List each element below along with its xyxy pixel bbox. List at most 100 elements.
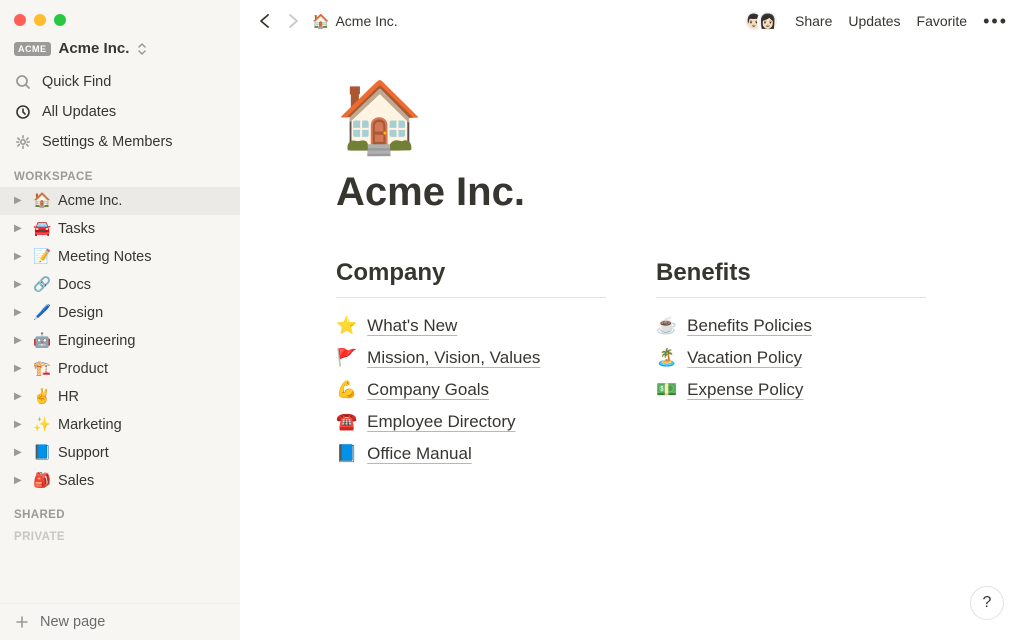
link-emoji-icon: 📘 (336, 444, 357, 464)
page-title[interactable]: Acme Inc. (336, 170, 934, 215)
disclosure-triangle-icon[interactable]: ▶ (14, 470, 26, 492)
quick-find-button[interactable]: Quick Find (0, 67, 240, 97)
page-link[interactable]: What's New (367, 316, 457, 336)
maximize-window-icon[interactable] (54, 14, 66, 26)
workspace-switcher[interactable]: ACME Acme Inc. (0, 32, 240, 67)
page-link[interactable]: Expense Policy (687, 380, 803, 400)
link-emoji-icon: ☕ (656, 316, 677, 336)
favorite-button[interactable]: Favorite (917, 13, 968, 29)
column-heading[interactable]: Benefits (656, 259, 926, 298)
page-link[interactable]: Vacation Policy (687, 348, 802, 368)
link-emoji-icon: 🚩 (336, 348, 357, 368)
workspace-section-label: WORKSPACE (0, 157, 240, 187)
content-column: Company ⭐ What's New 🚩 Mission, Vision, Valu… (336, 259, 606, 476)
clock-icon (14, 104, 32, 120)
breadcrumb-label: Acme Inc. (335, 13, 397, 29)
sidebar-page-item[interactable]: ▶ 📝 Meeting Notes (0, 243, 240, 271)
page-label: Design (58, 302, 103, 324)
page-link[interactable]: Company Goals (367, 380, 489, 400)
disclosure-triangle-icon[interactable]: ▶ (14, 414, 26, 436)
page-link[interactable]: Employee Directory (367, 412, 515, 432)
sidebar-page-item[interactable]: ▶ 🏗️ Product (0, 355, 240, 383)
back-button[interactable] (256, 12, 274, 30)
page-emoji-icon: 🎒 (32, 470, 52, 492)
sidebar-page-item[interactable]: ▶ 🚘 Tasks (0, 215, 240, 243)
sidebar: ACME Acme Inc. Quick Find All Updates Se… (0, 0, 240, 640)
plus-icon (14, 614, 30, 630)
page-emoji[interactable]: 🏠 (336, 82, 934, 152)
settings-label: Settings & Members (42, 131, 173, 153)
close-window-icon[interactable] (14, 14, 26, 26)
avatar: 👩🏻 (757, 10, 779, 32)
disclosure-triangle-icon[interactable]: ▶ (14, 190, 26, 212)
disclosure-triangle-icon[interactable]: ▶ (14, 358, 26, 380)
window-controls (0, 0, 240, 32)
page-label: Marketing (58, 414, 122, 436)
page-emoji-icon: ✌️ (32, 386, 52, 408)
sidebar-page-item[interactable]: ▶ ✨ Marketing (0, 411, 240, 439)
column-heading[interactable]: Company (336, 259, 606, 298)
disclosure-triangle-icon[interactable]: ▶ (14, 246, 26, 268)
sidebar-page-item[interactable]: ▶ 🤖 Engineering (0, 327, 240, 355)
page-emoji-icon: 🔗 (32, 274, 52, 296)
page-label: Sales (58, 470, 94, 492)
columns: Company ⭐ What's New 🚩 Mission, Vision, Valu… (336, 259, 934, 476)
minimize-window-icon[interactable] (34, 14, 46, 26)
sidebar-page-item[interactable]: ▶ 🖊️ Design (0, 299, 240, 327)
page-emoji-icon: 📝 (32, 246, 52, 268)
more-menu-button[interactable]: ••• (983, 11, 1008, 32)
breadcrumb[interactable]: 🏠 Acme Inc. (312, 13, 398, 30)
new-page-button[interactable]: New page (0, 603, 240, 640)
page-emoji-icon: 🤖 (32, 330, 52, 352)
content-column: Benefits ☕ Benefits Policies 🏝️ Vacation Pol… (656, 259, 926, 476)
link-emoji-icon: ⭐ (336, 316, 357, 336)
gear-icon (14, 134, 32, 150)
disclosure-triangle-icon[interactable]: ▶ (14, 442, 26, 464)
private-section-label: PRIVATE (0, 525, 240, 547)
link-emoji-icon: 💪 (336, 380, 357, 400)
all-updates-button[interactable]: All Updates (0, 97, 240, 127)
page-emoji-icon: 🏗️ (32, 358, 52, 380)
page-link[interactable]: Benefits Policies (687, 316, 812, 336)
workspace-name: Acme Inc. (59, 40, 130, 57)
sidebar-page-item[interactable]: ▶📘Support (0, 439, 240, 467)
sidebar-page-item[interactable]: ▶ 🔗 Docs (0, 271, 240, 299)
workspace-tree: ▶🏠Acme Inc.▶🚘Tasks▶📝Meeting Notes▶🔗Docs▶… (0, 187, 240, 495)
page-link[interactable]: Office Manual (367, 444, 472, 464)
chevron-updown-icon (137, 42, 147, 56)
help-button[interactable]: ? (970, 586, 1004, 620)
page-emoji-icon: ✨ (32, 414, 52, 436)
page-link-row: 💵 Expense Policy (656, 380, 926, 400)
settings-members-button[interactable]: Settings & Members (0, 127, 240, 157)
sidebar-page-item[interactable]: ▶🏠Acme Inc. (0, 187, 240, 215)
disclosure-triangle-icon[interactable]: ▶ (14, 218, 26, 240)
page-link-row: 📘 Office Manual (336, 444, 606, 464)
disclosure-triangle-icon[interactable]: ▶ (14, 274, 26, 296)
page-emoji-icon: 🚘 (32, 218, 52, 240)
page-label: Tasks (58, 218, 95, 240)
page-label: Meeting Notes (58, 246, 152, 268)
page-link-row: 🚩 Mission, Vision, Values (336, 348, 606, 368)
disclosure-triangle-icon[interactable]: ▶ (14, 302, 26, 324)
page-label: Product (58, 358, 108, 380)
share-button[interactable]: Share (795, 13, 832, 29)
disclosure-triangle-icon[interactable]: ▶ (14, 386, 26, 408)
all-updates-label: All Updates (42, 101, 116, 123)
page-link[interactable]: Mission, Vision, Values (367, 348, 540, 368)
link-emoji-icon: 💵 (656, 380, 677, 400)
updates-button[interactable]: Updates (848, 13, 900, 29)
page-emoji-icon: 🖊️ (32, 302, 52, 324)
link-emoji-icon: 🏝️ (656, 348, 677, 368)
disclosure-triangle-icon[interactable]: ▶ (14, 330, 26, 352)
new-page-label: New page (40, 614, 105, 630)
sidebar-page-item[interactable]: ▶✌️HR (0, 383, 240, 411)
page-label: Engineering (58, 330, 135, 352)
page-link-row: 🏝️ Vacation Policy (656, 348, 926, 368)
page-emoji-icon: 🏠 (32, 190, 52, 212)
page-link-row: ☕ Benefits Policies (656, 316, 926, 336)
page-link-row: ☎️Employee Directory (336, 412, 606, 432)
presence-avatars[interactable]: 👨🏻 👩🏻 (743, 10, 779, 32)
page-label: Docs (58, 274, 91, 296)
forward-button[interactable] (284, 12, 302, 30)
sidebar-page-item[interactable]: ▶ 🎒 Sales (0, 467, 240, 495)
